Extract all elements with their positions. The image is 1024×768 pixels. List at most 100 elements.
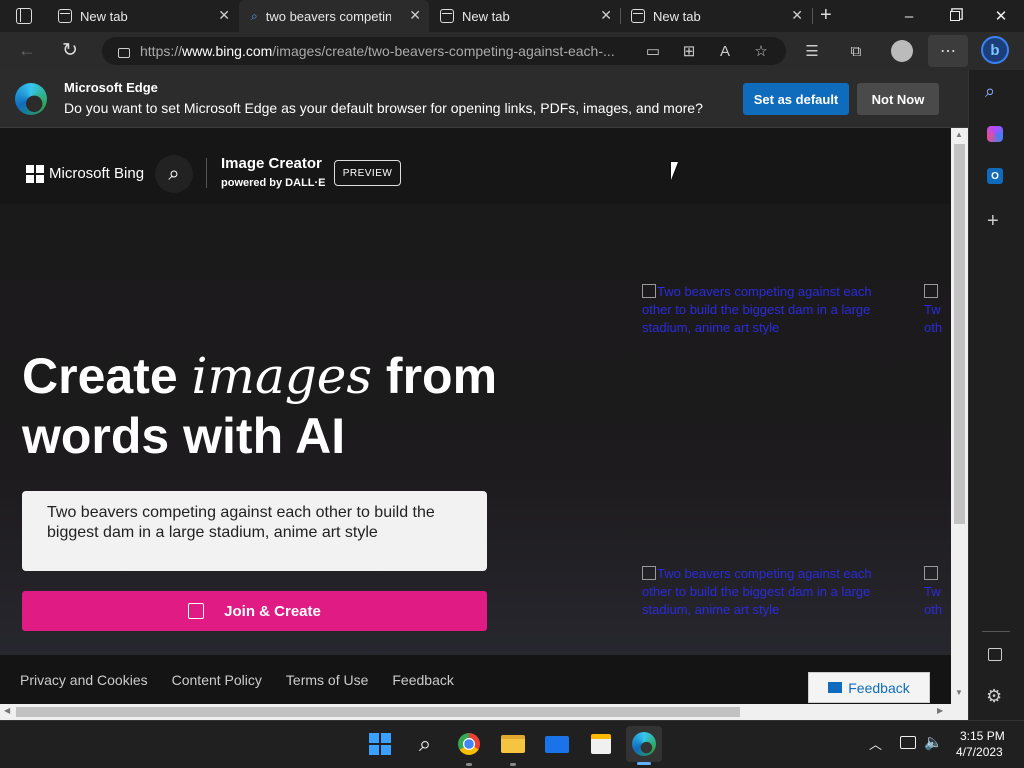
broken-image-2[interactable]: Tw oth sta [924,283,951,339]
footer-feedback-link[interactable]: Feedback [392,672,453,688]
favorites-icon[interactable]: ☰ [799,38,825,64]
tab-label: New tab [80,8,128,24]
tab-favicon-icon [440,9,454,23]
scrollbar-corner [951,704,968,720]
sidebar-settings-icon[interactable]: ⚙ [986,686,1002,707]
product-title[interactable]: Image Creator [221,155,322,172]
tab-label: New tab [653,8,701,24]
microsoft-logo-icon[interactable] [26,165,44,183]
tab-2-active[interactable]: ⌕ two beavers competing ✕ [239,0,429,32]
broken-image-alt: Tw oth sta [924,302,943,339]
broken-image-icon [924,284,938,298]
broken-image-alt: Two beavers competing against each other… [642,284,872,335]
close-tab-icon[interactable]: ✕ [409,7,421,24]
hero-word-from: from [385,348,498,404]
minimize-icon[interactable]: – [886,0,932,32]
url-path: /images/create/two-beavers-competing-aga… [272,43,615,59]
footer-terms-link[interactable]: Terms of Use [286,672,368,688]
close-tab-icon[interactable]: ✕ [218,7,230,24]
tab-actions-icon[interactable] [16,8,32,24]
tab-favicon-icon [631,9,645,23]
infobar-title: Microsoft Edge [64,80,158,95]
horizontal-scrollbar[interactable]: ◀ ▶ [0,704,951,720]
infobar-message: Do you want to set Microsoft Edge as you… [64,100,703,116]
close-tab-icon[interactable]: ✕ [600,7,612,24]
broken-image-alt: Tw oth sta [924,584,943,621]
tab-3[interactable]: New tab ✕ [430,0,620,32]
new-tab-icon[interactable]: + [820,4,832,27]
profile-avatar-icon[interactable] [891,40,913,62]
read-aloud-icon[interactable]: A [712,38,738,64]
scroll-right-icon[interactable]: ▶ [937,706,943,715]
tab-label: New tab [462,8,510,24]
broken-image-icon [642,566,656,580]
set-default-button[interactable]: Set as default [743,83,849,115]
hide-sidebar-icon[interactable] [988,648,1002,661]
show-hidden-icons-icon[interactable]: ︿ [869,734,882,753]
tab-label: two beavers competing [265,8,391,24]
sidebar-office-icon[interactable] [987,126,1003,142]
back-icon[interactable]: ← [18,40,36,61]
search-favicon-icon: ⌕ [251,8,258,23]
broken-image-icon [642,284,656,298]
app-available-icon[interactable]: ▭ [640,38,666,64]
bing-chat-icon[interactable]: b [981,36,1009,64]
hero-line-2: words with AI [22,408,346,464]
broken-image-alt: Two beavers competing against each other… [642,566,872,617]
url-domain: www.bing.com [182,43,273,59]
broken-image-4[interactable]: Tw oth sta [924,565,951,621]
sidebar-search-icon[interactable]: ⌕ [985,81,995,102]
sidebar-add-icon[interactable]: + [987,210,999,233]
restore-icon[interactable] [932,0,978,32]
taskbar-search-icon[interactable]: ⌕ [407,726,443,762]
bing-search-icon[interactable]: ⌕ [155,155,193,193]
volume-icon[interactable]: 🔈 [924,733,943,751]
sidebar-outlook-icon[interactable]: O [987,168,1003,184]
start-windows-icon[interactable] [362,726,398,762]
join-create-button[interactable]: Join & Create [22,591,487,631]
footer-content-policy-link[interactable]: Content Policy [172,672,262,688]
edge-taskbar-icon[interactable] [626,726,662,762]
tab-4[interactable]: New tab ✕ [621,0,811,32]
horizontal-scroll-thumb[interactable] [16,707,740,717]
page-content: Microsoft Bing ⌕ Image Creator powered b… [0,128,951,704]
broken-image-3[interactable]: Two beavers competing against each other… [642,565,902,621]
not-now-button[interactable]: Not Now [857,83,939,115]
network-icon[interactable] [900,736,916,749]
header-divider [206,158,207,188]
clock-date[interactable]: 4/7/2023 [956,745,1003,759]
bing-brand[interactable]: Microsoft Bing [49,165,144,182]
tab-favicon-icon [58,9,72,23]
scroll-left-icon[interactable]: ◀ [4,706,10,715]
file-explorer-icon[interactable] [495,726,531,762]
clock-time[interactable]: 3:15 PM [960,729,1005,743]
chrome-icon[interactable] [451,726,487,762]
add-favorite-icon[interactable]: ☆ [748,38,774,64]
footer-privacy-link[interactable]: Privacy and Cookies [20,672,148,688]
hero-heading: Create images from words with AI [22,346,497,466]
preview-badge: PREVIEW [334,160,401,186]
vertical-scrollbar[interactable]: ▲ ▼ [951,128,968,704]
scroll-down-icon[interactable]: ▼ [955,688,963,697]
scroll-up-icon[interactable]: ▲ [955,130,963,139]
hero-word-images: images [191,347,373,405]
join-create-label: Join & Create [224,602,321,620]
tab-divider [812,8,813,24]
edge-logo-icon [15,83,47,115]
vertical-scroll-thumb[interactable] [954,144,965,524]
close-window-icon[interactable]: ✕ [978,0,1024,32]
feedback-button[interactable]: Feedback [808,672,930,703]
feedback-icon [828,682,843,693]
collections-icon[interactable]: ⧉ [843,38,869,64]
lock-icon[interactable] [118,48,130,58]
prompt-textbox[interactable]: Two beavers competing against each other… [22,491,487,571]
visual-search-icon[interactable]: ⊞ [676,38,702,64]
mail-icon[interactable] [539,726,575,762]
broken-image-1[interactable]: Two beavers competing against each other… [642,283,902,339]
more-menu-icon[interactable]: ⋯ [928,35,968,67]
hero-word-create: Create [22,348,178,404]
store-icon[interactable] [583,726,619,762]
tab-1[interactable]: New tab ✕ [48,0,238,32]
refresh-icon[interactable]: ↻ [62,39,78,62]
close-tab-icon[interactable]: ✕ [791,7,803,24]
